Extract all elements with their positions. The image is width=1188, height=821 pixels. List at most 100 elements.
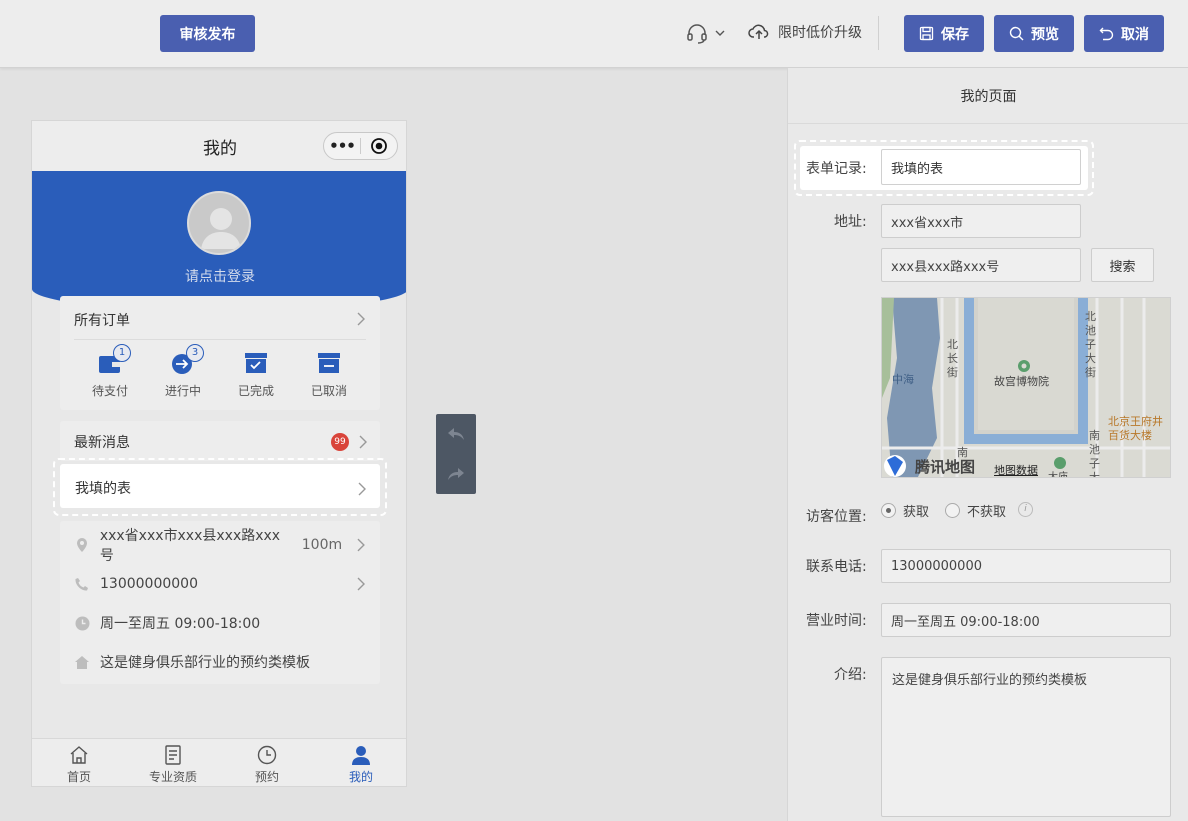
order-status-in-progress[interactable]: 3 进行中 — [147, 344, 219, 399]
order-status-completed[interactable]: 已完成 — [220, 352, 292, 399]
save-icon — [919, 26, 934, 41]
order-status-label: 进行中 — [164, 384, 201, 398]
undo-icon — [1099, 27, 1114, 41]
chevron-right-icon — [357, 538, 366, 552]
publish-button[interactable]: 审核发布 — [160, 15, 255, 52]
undo-button[interactable] — [436, 414, 476, 454]
phone-text: 13000000000 — [100, 576, 198, 592]
badge-count: 3 — [186, 344, 204, 362]
headset-icon — [687, 24, 707, 44]
address-search-button[interactable]: 搜索 — [1091, 248, 1154, 282]
store-info-card: xxx省xxx市xxx县xxx路xxx号 100m 13000000000 周一… — [60, 521, 380, 684]
order-status-label: 已取消 — [310, 384, 347, 398]
street-value: xxx县xxx路xxx号 — [891, 259, 1000, 275]
info-icon[interactable]: i — [1018, 502, 1033, 517]
address-text: xxx省xxx市xxx县xxx路xxx号 — [99, 528, 281, 564]
radio-label: 获取 — [903, 505, 930, 520]
save-button[interactable]: 保存 — [904, 15, 984, 52]
city-input[interactable]: xxx省xxx市 — [881, 204, 1081, 238]
highlight-outline — [53, 458, 387, 516]
business-hours-value: 周一至周五 09:00-18:00 — [891, 614, 1040, 630]
login-prompt[interactable]: 请点击登录 — [32, 266, 406, 286]
history-controls — [436, 414, 476, 494]
map-data-link[interactable]: 地图数据 — [994, 462, 1038, 477]
map-label: 南池子大 — [1089, 429, 1100, 478]
address-row[interactable]: xxx省xxx市xxx县xxx路xxx号 100m — [74, 528, 366, 564]
clock-outline-icon — [257, 745, 277, 765]
home-icon — [74, 654, 90, 670]
visitor-location-label: 访客位置: — [806, 509, 867, 525]
toolbar-divider — [878, 16, 879, 50]
cancel-button[interactable]: 取消 — [1084, 15, 1164, 52]
badge-count: 1 — [113, 344, 131, 362]
chevron-right-icon — [357, 312, 365, 326]
orders-card: 所有订单 1 待支付 3 进行中 已完成 已取消 — [60, 296, 380, 410]
mini-program-capsule[interactable]: ••• — [323, 132, 398, 160]
tab-label: 我的 — [348, 770, 373, 784]
contact-phone-label: 联系电话: — [806, 559, 867, 575]
radio-get-location[interactable]: 获取 — [881, 501, 929, 520]
radio-no-location[interactable]: 不获取 — [945, 501, 1006, 520]
business-hours-input[interactable]: 周一至周五 09:00-18:00 — [881, 603, 1171, 637]
clock-icon — [74, 615, 90, 631]
chevron-right-icon — [359, 435, 367, 449]
radio-selected-icon — [881, 503, 896, 518]
intro-label: 介绍: — [834, 667, 867, 683]
tab-label: 首页 — [66, 770, 91, 784]
more-dots-icon[interactable]: ••• — [324, 133, 360, 159]
user-icon — [352, 746, 370, 765]
contact-phone-input[interactable]: 13000000000 — [881, 549, 1171, 583]
radio-unselected-icon — [945, 503, 960, 518]
top-toolbar: 审核发布 限时低价升级 保存 预览 取消 — [0, 0, 1188, 68]
radio-label: 不获取 — [967, 505, 1007, 520]
avatar[interactable] — [187, 191, 251, 255]
preview-label: 预览 — [1031, 26, 1059, 43]
undo-arrow-icon — [448, 428, 464, 440]
street-input[interactable]: xxx县xxx路xxx号 — [881, 248, 1081, 282]
tab-label: 预约 — [254, 770, 279, 784]
map-label: 中海 — [892, 373, 914, 386]
phone-preview: 我的 ••• 请点击登录 所有订单 1 待支付 3 进行中 已完成 已取消 最新… — [31, 120, 407, 787]
map-label: 北京王府井百货大楼 — [1108, 415, 1163, 442]
intro-text: 这是健身俱乐部行业的预约类模板 — [100, 655, 310, 671]
map-label: 北长街 — [947, 338, 958, 379]
tab-qualifications[interactable]: 专业资质 — [126, 739, 220, 786]
map-label: 大庙 — [1048, 472, 1068, 478]
location-map[interactable]: 中海 北长街 故宫博物院 北池子大街 北京王府井百货大楼 南池子大 南 腾讯地图… — [881, 297, 1171, 478]
support-menu[interactable] — [686, 22, 726, 44]
intro-value: 这是健身俱乐部行业的预约类模板 — [892, 673, 1088, 688]
intro-textarea[interactable]: 这是健身俱乐部行业的预约类模板 — [881, 657, 1171, 817]
preview-button[interactable]: 预览 — [994, 15, 1074, 52]
order-status-cancelled[interactable]: 已取消 — [293, 352, 365, 399]
map-provider-logo: 腾讯地图 — [915, 458, 976, 476]
news-card[interactable]: 最新消息 99 — [60, 421, 380, 461]
tab-booking[interactable]: 预约 — [220, 739, 314, 786]
location-pin-icon — [74, 537, 90, 553]
tab-mine[interactable]: 我的 — [314, 739, 406, 786]
completed-box-icon — [245, 353, 267, 373]
city-value: xxx省xxx市 — [891, 215, 964, 231]
cloud-upload-icon — [748, 24, 769, 39]
upgrade-link[interactable]: 限时低价升级 — [748, 22, 862, 42]
cancel-label: 取消 — [1121, 26, 1149, 43]
tab-home[interactable]: 首页 — [32, 739, 126, 786]
map-label: 北池子大街 — [1085, 310, 1096, 379]
all-orders-label[interactable]: 所有订单 — [74, 310, 130, 330]
distance-text: 100m — [301, 537, 343, 553]
close-target-icon[interactable] — [361, 137, 397, 155]
save-label: 保存 — [941, 26, 969, 43]
bottom-tab-bar: 首页 专业资质 预约 我的 — [32, 738, 406, 786]
panel-title: 我的页面 — [788, 68, 1188, 124]
redo-button[interactable] — [436, 454, 476, 494]
business-hours-label: 营业时间: — [806, 613, 867, 629]
divider — [74, 339, 366, 340]
publish-button-label: 审核发布 — [179, 26, 236, 43]
highlight-outline — [794, 140, 1094, 196]
order-status-pending-payment[interactable]: 1 待支付 — [74, 344, 146, 399]
map-label: 故宫博物院 — [994, 375, 1049, 388]
phone-row[interactable]: 13000000000 — [74, 574, 366, 594]
hours-row: 周一至周五 09:00-18:00 — [74, 613, 260, 633]
news-label: 最新消息 — [74, 435, 130, 451]
intro-row: 这是健身俱乐部行业的预约类模板 — [74, 652, 310, 672]
order-status-label: 已完成 — [237, 384, 274, 398]
